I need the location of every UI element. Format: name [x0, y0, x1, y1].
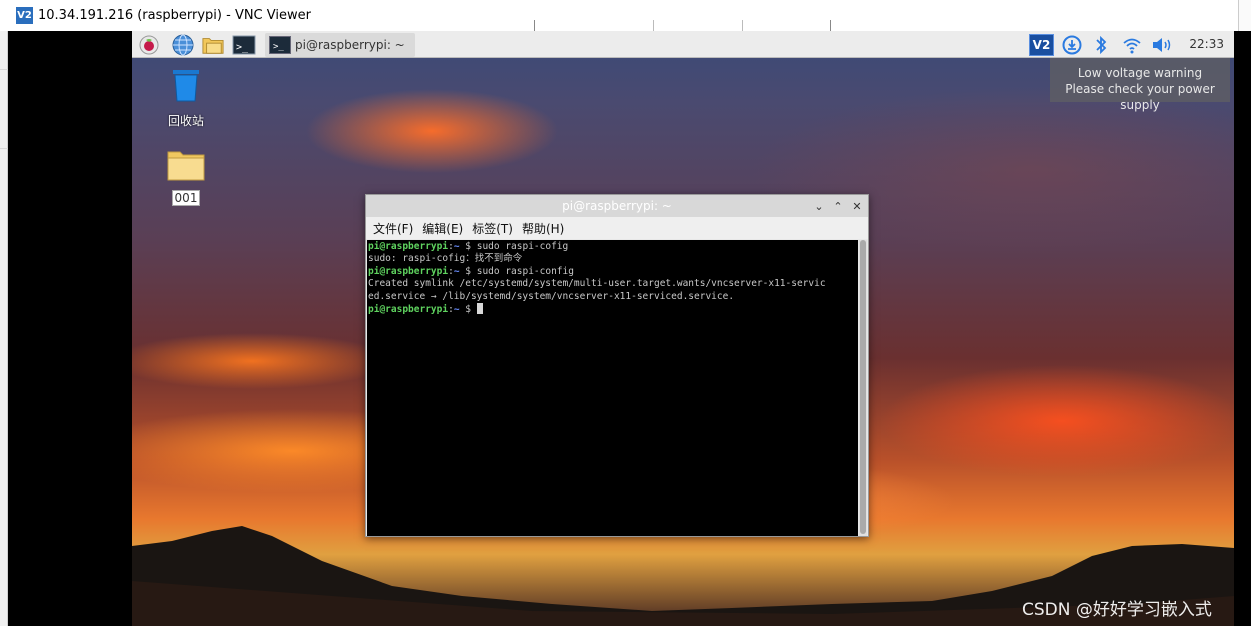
scrollbar-thumb[interactable] — [860, 240, 866, 534]
prompt-symbol: $ — [459, 304, 477, 316]
raspberry-menu-icon[interactable] — [138, 34, 160, 56]
close-icon[interactable]: ✕ — [850, 199, 864, 213]
update-download-icon[interactable] — [1061, 34, 1083, 56]
menu-edit[interactable]: 编辑(E) — [422, 220, 463, 237]
desktop-icon-trash[interactable]: 回收站 — [156, 67, 216, 130]
viewer-letterbox-right — [1234, 31, 1251, 626]
prompt-user: pi@raspberrypi — [368, 304, 449, 316]
viewer-letterbox-left — [8, 31, 132, 626]
volume-icon[interactable] — [1151, 34, 1173, 56]
vnc-tray-label: V2 — [1032, 38, 1051, 52]
svg-text:>_: >_ — [236, 42, 249, 53]
taskbar-terminal-button[interactable]: >_ pi@raspberrypi: ~ — [265, 33, 415, 57]
terminal-line: pi@raspberrypi:~ $ sudo raspi-config — [368, 266, 858, 278]
terminal-title: pi@raspberrypi: ~ — [562, 199, 672, 213]
prompt-user: pi@raspberrypi — [368, 241, 449, 252]
vnc-logo-icon: V2 — [16, 7, 33, 24]
terminal-icon[interactable]: >_ — [232, 34, 256, 56]
terminal-icon: >_ — [269, 36, 291, 54]
terminal-output[interactable]: pi@raspberrypi:~ $ sudo raspi-cofig sudo… — [367, 240, 858, 536]
terminal-line: sudo: raspi-cofig：找不到命令 — [368, 253, 523, 265]
terminal-titlebar[interactable]: pi@raspberrypi: ~ ⌄ ⌃ ✕ — [366, 195, 868, 217]
top-panel: >_ >_ pi@raspberrypi: ~ V2 22:33 — [132, 31, 1234, 58]
wifi-icon[interactable] — [1121, 34, 1143, 56]
host-scrollbar[interactable] — [1238, 0, 1251, 31]
desktop-icon-folder[interactable]: 001 — [156, 149, 216, 207]
taskbar-item-label: pi@raspberrypi: ~ — [295, 38, 405, 52]
terminal-menubar: 文件(F) 编辑(E) 标签(T) 帮助(H) — [366, 217, 868, 239]
low-voltage-tooltip: Low voltage warning Please check your po… — [1050, 58, 1230, 112]
vnc-server-icon[interactable]: V2 — [1029, 34, 1054, 56]
terminal-scrollbar[interactable] — [859, 240, 867, 536]
remote-desktop[interactable]: >_ >_ pi@raspberrypi: ~ V2 22:33 Low vol… — [132, 31, 1234, 626]
host-window-edge — [0, 31, 8, 626]
vnc-titlebar: V2 10.34.191.216 (raspberrypi) - VNC Vie… — [0, 0, 1251, 33]
menu-help[interactable]: 帮助(H) — [522, 220, 564, 237]
desktop-icon-label: 001 — [171, 190, 201, 206]
command-text: sudo raspi-config — [476, 265, 574, 277]
terminal-line: pi@raspberrypi:~ $ sudo raspi-cofig — [368, 241, 858, 253]
folder-icon — [167, 151, 205, 181]
terminal-line: Created symlink /etc/systemd/system/mult… — [368, 278, 826, 290]
tooltip-message: Please check your power supply — [1065, 82, 1215, 112]
csdn-watermark: CSDN @好好学习嵌入式 — [1022, 600, 1212, 620]
prompt-user: pi@raspberrypi — [368, 265, 449, 277]
terminal-window[interactable]: pi@raspberrypi: ~ ⌄ ⌃ ✕ 文件(F) 编辑(E) 标签(T… — [365, 194, 869, 537]
bluetooth-icon[interactable] — [1090, 34, 1112, 56]
trash-icon — [173, 70, 199, 102]
menu-file[interactable]: 文件(F) — [373, 220, 413, 237]
clock[interactable]: 22:33 — [1189, 37, 1224, 51]
command-text: sudo raspi-cofig — [476, 241, 569, 252]
text-cursor — [476, 303, 483, 315]
maximize-icon[interactable]: ⌃ — [831, 199, 845, 213]
file-manager-icon[interactable] — [202, 34, 224, 56]
tooltip-title: Low voltage warning — [1077, 66, 1203, 80]
vnc-window-title: 10.34.191.216 (raspberrypi) - VNC Viewer — [38, 8, 311, 23]
terminal-line: ed.service → /lib/systemd/system/vncserv… — [368, 290, 735, 302]
prompt-symbol: $ — [459, 265, 477, 277]
prompt-symbol: $ — [459, 241, 477, 252]
minimize-icon[interactable]: ⌄ — [812, 199, 826, 213]
browser-globe-icon[interactable] — [172, 34, 194, 56]
desktop-icon-label: 回收站 — [167, 114, 204, 128]
terminal-line: pi@raspberrypi:~ $ — [368, 303, 858, 316]
menu-tabs[interactable]: 标签(T) — [472, 220, 513, 237]
